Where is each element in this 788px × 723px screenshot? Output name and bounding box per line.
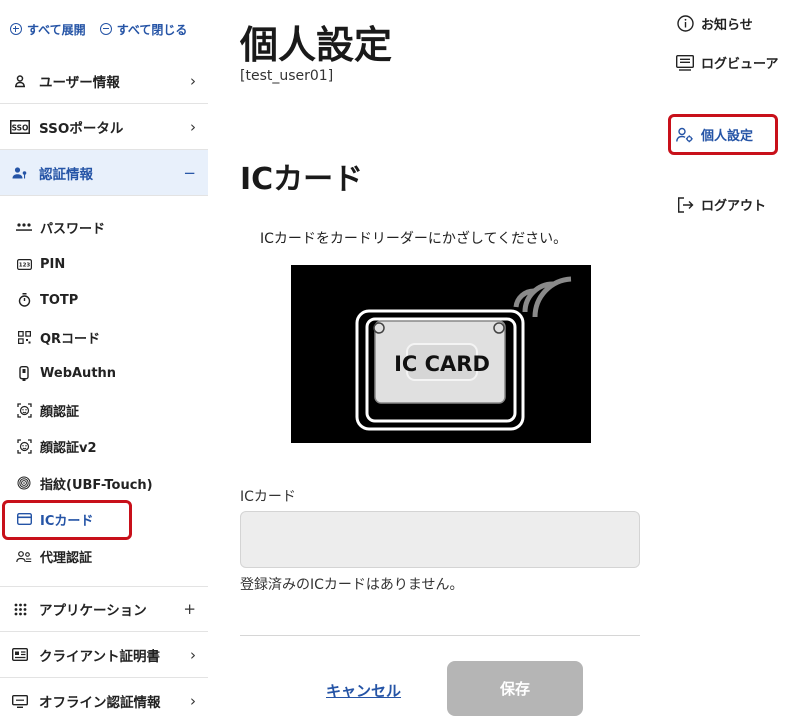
card-image-label: IC CARD (394, 352, 490, 376)
minus-circle-icon (99, 23, 112, 35)
security-key-icon (16, 365, 32, 381)
sidebar-item-applications[interactable]: アプリケーション + (0, 586, 208, 632)
grid-icon (10, 603, 30, 616)
sidebar-subitem-pin[interactable]: 123 PIN (0, 247, 208, 281)
sidebar-item-label: SSOポータル (39, 120, 124, 137)
log-viewer-link[interactable]: ログビューア (676, 53, 778, 72)
save-button[interactable]: 保存 (447, 661, 583, 716)
sidebar-item-user-info[interactable]: ユーザー情報 › (0, 58, 208, 104)
sidebar-subitem-label: 代理認証 (40, 550, 93, 566)
sidebar-item-label: クライアント証明書 (39, 648, 160, 665)
user-icon (10, 74, 30, 88)
id-card-icon (10, 648, 30, 661)
expand-all-label: すべて展開 (27, 22, 86, 37)
sidebar-item-label: オフライン認証情報 (39, 695, 161, 711)
chevron-right-icon: › (190, 117, 196, 136)
sidebar-item-offline-auth[interactable]: オフライン認証情報 › (0, 678, 208, 723)
notice-link[interactable]: お知らせ (676, 14, 753, 33)
user-settings-icon (676, 127, 694, 143)
sidebar-subitem-fingerprint[interactable]: 指紋(UBF-Touch) (0, 466, 208, 500)
password-dots-icon (16, 222, 32, 232)
logout-icon (676, 196, 694, 213)
chevron-right-icon: › (190, 71, 196, 90)
ic-card-reader-illustration: IC CARD (291, 265, 591, 443)
plus-icon: + (183, 600, 196, 618)
info-icon (676, 15, 694, 32)
sidebar-subitem-label: TOTP (40, 292, 79, 308)
pin-icon: 123 (16, 258, 32, 270)
sidebar-subitem-label: パスワード (40, 221, 106, 237)
ic-card-status-text: 登録済みのICカードはありません。 (240, 577, 464, 593)
sidebar-subitem-face-auth[interactable]: 顔認証 (0, 393, 208, 427)
qr-code-icon (16, 330, 32, 344)
chevron-right-icon: › (190, 645, 196, 664)
logout-label: ログアウト (701, 199, 767, 214)
sidebar-subitem-label: 指紋(UBF-Touch) (40, 477, 153, 493)
log-viewer-label: ログビューア (701, 57, 779, 72)
cancel-button[interactable]: キャンセル (326, 680, 401, 701)
notice-label: お知らせ (701, 18, 753, 33)
sidebar-subitem-proxy-auth[interactable]: 代理認証 (0, 539, 208, 573)
divider (240, 635, 640, 636)
user-key-icon (10, 166, 30, 180)
sidebar-subitem-label: 顔認証v2 (40, 440, 97, 456)
sidebar-subitem-webauthn[interactable]: WebAuthn (0, 356, 208, 390)
users-icon (16, 550, 32, 563)
fingerprint-icon (16, 476, 32, 490)
face-scan-icon (16, 402, 32, 418)
logout-link[interactable]: ログアウト (676, 195, 766, 214)
personal-settings-link[interactable]: 個人設定 (676, 125, 753, 144)
chevron-right-icon: › (190, 692, 196, 710)
sidebar-item-client-cert[interactable]: クライアント証明書 › (0, 632, 208, 678)
expand-collapse-row: すべて展開 すべて閉じる (10, 18, 208, 40)
offline-device-icon (10, 694, 30, 708)
sidebar-subitem-password[interactable]: パスワード (0, 210, 208, 244)
instruction-text: ICカードをカードリーダーにかざしてください。 (260, 231, 568, 247)
expand-all-button[interactable]: すべて展開 (10, 18, 86, 40)
collapse-all-label: すべて閉じる (116, 22, 188, 37)
face-scan-icon (16, 438, 32, 454)
sidebar-subitem-label: WebAuthn (40, 365, 117, 381)
sidebar-item-label: アプリケーション (39, 603, 147, 619)
minus-icon: − (183, 163, 196, 182)
page-title: 個人設定 (240, 23, 393, 67)
sidebar-subitem-qrcode[interactable]: QRコード (0, 320, 208, 354)
sidebar-subitem-label: QRコード (40, 331, 101, 347)
sidebar-subitem-face-auth-v2[interactable]: 顔認証v2 (0, 429, 208, 463)
plus-circle-icon (10, 23, 22, 35)
ic-card-field (240, 511, 640, 568)
sso-icon-text: SSO (12, 123, 29, 132)
sidebar-item-sso-portal[interactable]: SSO SSOポータル › (0, 104, 208, 150)
sidebar-item-label: ユーザー情報 (39, 74, 120, 91)
sidebar-subitem-label: 顔認証 (40, 404, 80, 420)
pin-icon-text: 123 (18, 262, 30, 268)
user-id: [test_user01] (240, 68, 334, 84)
personal-settings-label: 個人設定 (701, 129, 754, 144)
ic-card-field-label: ICカード (240, 489, 296, 505)
sso-icon: SSO (10, 119, 30, 134)
sidebar: すべて展開 すべて閉じる ユーザー情報 › SSO SSOポータル › 認証情報… (0, 0, 208, 723)
timer-icon (16, 293, 32, 307)
sidebar-item-label: 認証情報 (39, 166, 93, 183)
section-title: ICカード (240, 162, 364, 197)
sidebar-subitem-label: PIN (40, 256, 66, 272)
sidebar-subitem-totp[interactable]: TOTP (0, 283, 208, 317)
collapse-all-button[interactable]: すべて閉じる (99, 18, 188, 40)
selection-highlight (2, 500, 132, 540)
log-list-icon (676, 54, 694, 71)
sidebar-item-auth-info[interactable]: 認証情報 − (0, 150, 208, 196)
